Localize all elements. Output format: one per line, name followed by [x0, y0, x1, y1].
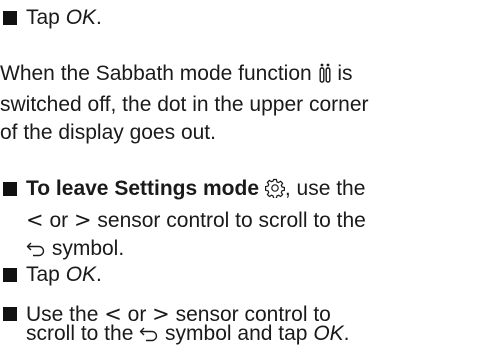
note-line-3: of the display goes out. [0, 121, 216, 144]
list-item-tap-ok-2: Tap OK. [0, 261, 102, 289]
step3-line-2: scroll to the symbol and tap OK. [26, 320, 350, 351]
ok-key-label: OK [65, 263, 97, 286]
greater-than-symbol: > [73, 208, 92, 232]
bullet-marker [3, 182, 17, 196]
bullet-marker [3, 11, 17, 25]
step3-text: symbol and tap [159, 322, 314, 345]
step3-text: scroll to the [26, 322, 140, 345]
bullet-marker [3, 307, 17, 321]
less-than-symbol: < [26, 208, 44, 232]
leave-line-2: < or > sensor control to scroll to the [26, 206, 366, 235]
step-text: Tap [26, 6, 66, 29]
ok-key-label: OK [65, 6, 97, 29]
note-line-1: When the Sabbath mode function is [0, 60, 369, 91]
list-item-leave-settings: To leave Settings mode , use the < or > … [0, 175, 366, 266]
ok-key-label: OK [313, 322, 344, 345]
gear-icon [264, 178, 285, 206]
leave-text: sensor control to scroll to the [91, 209, 366, 232]
list-item-tap-ok: Tap OK. [0, 4, 102, 32]
list-item-scroll-and-tap: Use the < or > sensor control to scroll … [0, 300, 350, 351]
leave-text: symbol. [46, 237, 125, 260]
leave-text: , use the [284, 177, 366, 200]
leave-line-1: To leave Settings mode , use the [26, 175, 366, 206]
sabbath-mode-icon [318, 63, 332, 91]
step-text: Tap [26, 263, 66, 286]
instruction-document: Tap OK. When the Sabbath mode function i… [0, 0, 497, 347]
step3-end: . [343, 322, 350, 345]
sabbath-note-paragraph: When the Sabbath mode function is switch… [0, 60, 369, 147]
note-text: is [331, 62, 353, 85]
step-end: . [96, 263, 102, 286]
note-line-2: switched off, the dot in the upper corne… [0, 93, 369, 116]
step-end: . [96, 6, 102, 29]
leave-text: or [43, 209, 74, 232]
bullet-marker [3, 268, 17, 282]
note-text: When the Sabbath mode function [0, 62, 318, 85]
leave-heading: To leave Settings mode [26, 177, 259, 200]
